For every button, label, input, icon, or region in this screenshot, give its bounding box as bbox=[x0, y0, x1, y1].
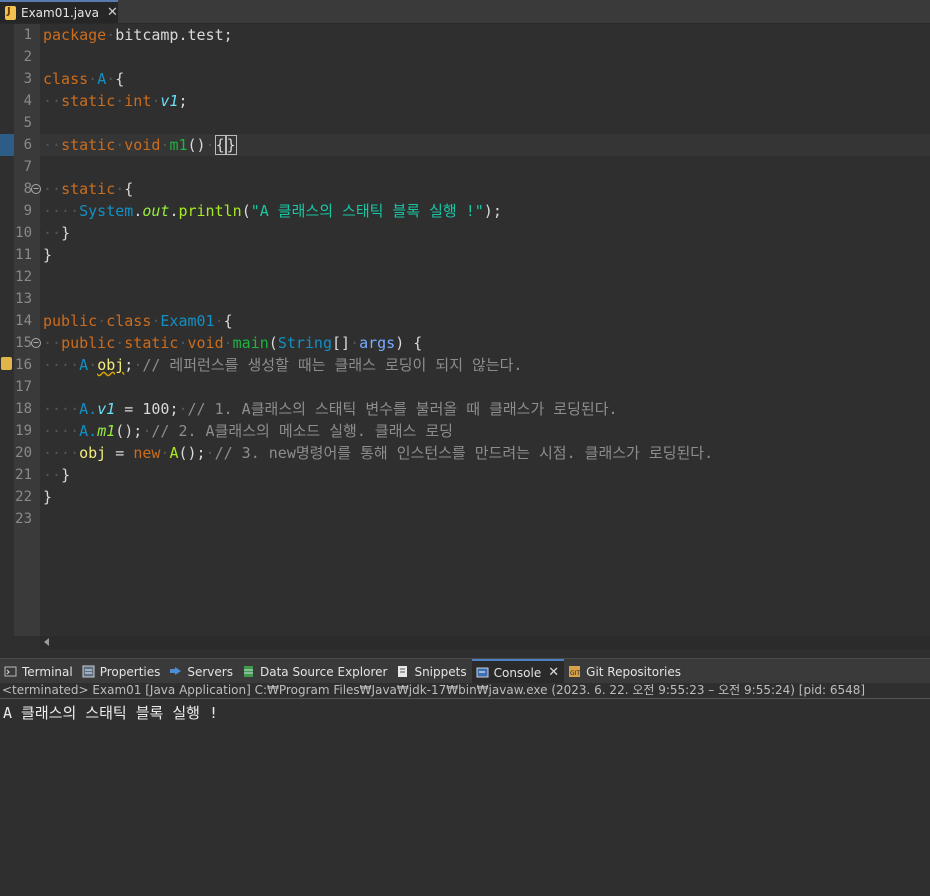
line-number: 16 bbox=[15, 357, 32, 373]
snippets-icon bbox=[396, 665, 409, 678]
editor-tab-label: Exam01.java bbox=[21, 5, 99, 20]
console-icon bbox=[476, 666, 489, 679]
svg-text:GIT: GIT bbox=[570, 670, 580, 677]
line-number: 4 bbox=[23, 93, 32, 109]
tab-snippets[interactable]: Snippets bbox=[392, 659, 471, 684]
git-icon: GIT bbox=[568, 665, 581, 678]
servers-icon bbox=[169, 665, 182, 678]
line-number: 23 bbox=[15, 511, 32, 527]
database-icon bbox=[242, 665, 255, 678]
console-process-info: <terminated> Exam01 [Java Application] C… bbox=[2, 683, 866, 697]
line-number: 18 bbox=[15, 401, 32, 417]
close-icon[interactable]: ✕ bbox=[107, 5, 118, 20]
tab-git-label: Git Repositories bbox=[586, 664, 681, 679]
code-line: class·A·{ bbox=[43, 70, 125, 88]
line-number: 13 bbox=[15, 291, 32, 307]
tab-snippets-label: Snippets bbox=[414, 664, 467, 679]
line-number: 22 bbox=[15, 489, 32, 505]
line-number: 14 bbox=[15, 313, 32, 329]
code-line: } bbox=[43, 246, 53, 264]
line-number: 20 bbox=[15, 445, 32, 461]
line-number: 15 bbox=[15, 335, 32, 351]
code-line: ··static·void·m1()·{} bbox=[43, 135, 237, 155]
code-line: } bbox=[43, 488, 53, 506]
code-line: ··static·int·v1; bbox=[43, 92, 188, 110]
line-number: 9 bbox=[23, 203, 32, 219]
tab-servers[interactable]: Servers bbox=[165, 659, 238, 684]
terminal-icon bbox=[4, 665, 17, 678]
view-tab-bar: Terminal Properties Servers Data Source … bbox=[0, 658, 930, 684]
line-number: 7 bbox=[23, 159, 32, 175]
code-line: ····System.out.println("A 클래스의 스태틱 블록 실행… bbox=[43, 202, 502, 220]
tab-servers-label: Servers bbox=[187, 664, 233, 679]
line-number: 8 bbox=[23, 181, 32, 197]
code-line: ····A.v1 = 100;·// 1. A클래스의 스태틱 변수를 불러올 … bbox=[43, 400, 618, 418]
line-number: 6 bbox=[23, 137, 32, 153]
code-line: ····A.m1();·// 2. A클래스의 메소드 실행. 클래스 로딩 bbox=[43, 422, 453, 440]
line-number: 12 bbox=[15, 269, 32, 285]
code-line: ··static·{ bbox=[43, 180, 134, 198]
tab-terminal[interactable]: Terminal bbox=[0, 659, 78, 684]
code-line: ··public·static·void·main(String[]·args)… bbox=[43, 334, 423, 352]
fold-collapse-icon[interactable]: − bbox=[31, 338, 41, 348]
code-line: ····obj = new·A();·// 3. new명령어를 통해 인스턴스… bbox=[43, 444, 714, 462]
code-line: ····A·obj;·// 레퍼런스를 생성할 때는 클래스 로딩이 되지 않는… bbox=[43, 356, 523, 374]
console-output[interactable]: A 클래스의 스태틱 블록 실행 ! bbox=[0, 699, 930, 896]
scroll-left-icon[interactable] bbox=[44, 638, 49, 646]
code-line: ··} bbox=[43, 224, 71, 242]
line-number: 17 bbox=[15, 379, 32, 395]
console-status-bar: <terminated> Exam01 [Java Application] C… bbox=[0, 683, 930, 699]
line-number: 21 bbox=[15, 467, 32, 483]
line-number: 2 bbox=[23, 49, 32, 65]
tab-data-source-explorer[interactable]: Data Source Explorer bbox=[238, 659, 392, 684]
code-line: public·class·Exam01·{ bbox=[43, 312, 233, 330]
line-number: 1 bbox=[23, 27, 32, 43]
line-number: 19 bbox=[15, 423, 32, 439]
tab-data-source-label: Data Source Explorer bbox=[259, 664, 388, 679]
code-line: package·bitcamp.test; bbox=[43, 26, 233, 44]
properties-icon bbox=[82, 665, 95, 678]
line-number: 11 bbox=[15, 247, 32, 263]
fold-collapse-icon[interactable]: − bbox=[31, 184, 41, 194]
tab-terminal-label: Terminal bbox=[22, 664, 73, 679]
line-number: 5 bbox=[23, 115, 32, 131]
editor-tab-bar: Exam01.java ✕ bbox=[0, 0, 930, 24]
horizontal-scrollbar[interactable] bbox=[40, 636, 930, 649]
line-number: 10 bbox=[15, 225, 32, 241]
java-file-icon bbox=[5, 5, 16, 20]
console-output-line: A 클래스의 스태틱 블록 실행 ! bbox=[3, 704, 219, 722]
tab-console[interactable]: Console ✕ bbox=[471, 659, 565, 684]
line-number: 3 bbox=[23, 71, 32, 87]
editor-tab-exam01[interactable]: Exam01.java ✕ bbox=[0, 0, 118, 23]
left-ruler bbox=[0, 24, 14, 636]
code-line: ··} bbox=[43, 466, 71, 484]
tab-properties[interactable]: Properties bbox=[78, 659, 166, 684]
code-editor[interactable]: 1 2 3 4 5 6 7 8 9 10 11 12 13 14 15 16 1… bbox=[0, 24, 930, 649]
tab-git-repositories[interactable]: GIT Git Repositories bbox=[564, 659, 686, 684]
tab-properties-label: Properties bbox=[99, 664, 161, 679]
change-marker bbox=[0, 134, 14, 156]
warning-icon[interactable] bbox=[1, 357, 12, 370]
close-icon[interactable]: ✕ bbox=[548, 665, 559, 680]
tab-console-label: Console bbox=[493, 665, 542, 680]
